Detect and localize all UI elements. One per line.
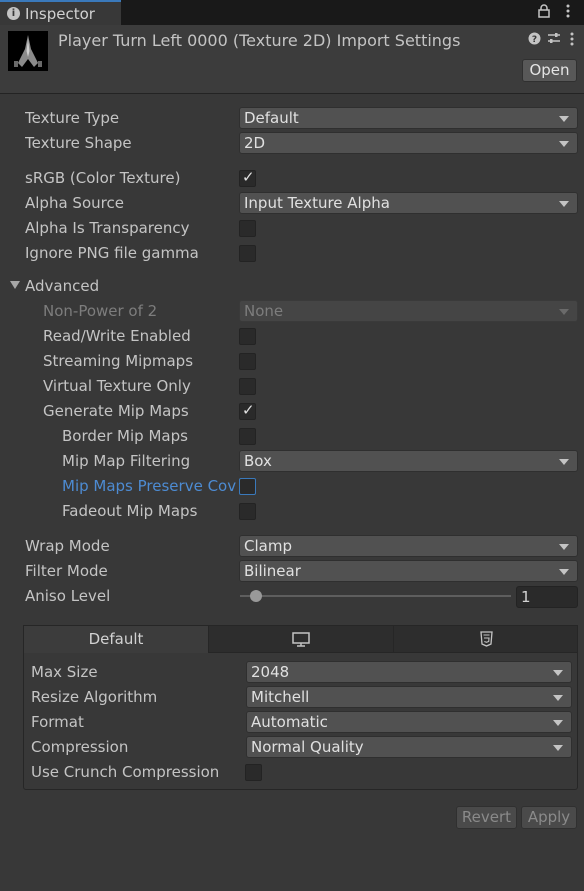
mip-map-filtering-label: Mip Map Filtering [62, 452, 191, 470]
filter-mode-dropdown[interactable]: Bilinear [239, 560, 578, 582]
format-label: Format [31, 713, 84, 731]
compression-label: Compression [31, 738, 129, 756]
dropdown-arrow-icon [559, 544, 569, 550]
dropdown-value: Box [244, 452, 272, 470]
monitor-icon [292, 632, 310, 651]
texture-thumbnail [8, 31, 48, 71]
dropdown-arrow-icon [553, 745, 563, 751]
kebab-menu-icon[interactable] [570, 32, 574, 50]
alpha-source-label: Alpha Source [25, 194, 124, 212]
inspector-header: Player Turn Left 0000 (Texture 2D) Impor… [0, 25, 584, 94]
compression-dropdown[interactable]: Normal Quality [246, 736, 572, 758]
aniso-level-input[interactable]: 1 [516, 586, 578, 608]
dropdown-arrow-icon [559, 116, 569, 122]
dropdown-arrow-icon [559, 141, 569, 147]
texture-type-dropdown[interactable]: Default [239, 107, 578, 129]
dropdown-value: Mitchell [251, 688, 310, 706]
preset-icon[interactable] [547, 32, 561, 49]
streaming-mipmaps-checkbox[interactable] [239, 353, 256, 370]
checkmark-icon: ✓ [242, 401, 255, 419]
wrap-mode-dropdown[interactable]: Clamp [239, 535, 578, 557]
tab-default-platform[interactable]: Default [23, 625, 209, 653]
alpha-source-dropdown[interactable]: Input Texture Alpha [239, 192, 578, 214]
dropdown-value: Clamp [244, 537, 292, 555]
max-size-label: Max Size [31, 663, 98, 681]
dropdown-arrow-icon [553, 670, 563, 676]
tab-inspector[interactable]: i Inspector [0, 0, 121, 25]
dropdown-value: Automatic [251, 713, 328, 731]
mip-map-filtering-dropdown[interactable]: Box [239, 450, 578, 472]
dropdown-value: None [244, 302, 284, 320]
dropdown-arrow-icon [559, 309, 569, 315]
revert-button[interactable]: Revert [456, 806, 517, 829]
read-write-label: Read/Write Enabled [43, 327, 191, 345]
dropdown-value: 2048 [251, 663, 290, 681]
alpha-is-transparency-label: Alpha Is Transparency [25, 219, 190, 237]
wrap-mode-label: Wrap Mode [25, 537, 110, 555]
generate-mip-maps-label: Generate Mip Maps [43, 402, 189, 420]
read-write-checkbox[interactable] [239, 328, 256, 345]
streaming-mipmaps-label: Streaming Mipmaps [43, 352, 194, 370]
texture-shape-dropdown[interactable]: 2D [239, 132, 578, 154]
non-power-of-2-dropdown: None [239, 300, 578, 322]
non-power-of-2-label: Non-Power of 2 [43, 302, 158, 320]
use-crunch-compression-checkbox[interactable] [245, 764, 262, 781]
help-icon[interactable]: ? [528, 32, 541, 49]
dropdown-value: Input Texture Alpha [244, 194, 390, 212]
resize-algorithm-dropdown[interactable]: Mitchell [246, 686, 572, 708]
dropdown-arrow-icon [559, 569, 569, 575]
filter-mode-label: Filter Mode [25, 562, 108, 580]
fadeout-mip-maps-label: Fadeout Mip Maps [62, 502, 198, 520]
border-mip-maps-label: Border Mip Maps [62, 427, 188, 445]
ignore-png-gamma-checkbox[interactable] [239, 245, 256, 262]
checkmark-icon: ✓ [242, 168, 255, 186]
svg-text:?: ? [532, 35, 537, 45]
srgb-label: sRGB (Color Texture) [25, 169, 181, 187]
tab-webgl-platform[interactable] [393, 625, 578, 653]
texture-shape-label: Texture Shape [25, 134, 132, 152]
srgb-checkbox[interactable]: ✓ [239, 168, 256, 187]
dropdown-value: Bilinear [244, 562, 301, 580]
fadeout-mip-maps-checkbox[interactable] [239, 503, 256, 520]
lock-icon[interactable] [538, 4, 550, 22]
mip-maps-preserve-coverage-label: Mip Maps Preserve Cove [62, 477, 237, 495]
texture-type-label: Texture Type [25, 109, 120, 127]
aniso-level-slider-track[interactable] [240, 595, 511, 597]
max-size-dropdown[interactable]: 2048 [246, 661, 572, 683]
virtual-texture-only-checkbox[interactable] [239, 378, 256, 395]
open-button[interactable]: Open [522, 59, 577, 82]
aniso-level-slider-thumb[interactable] [250, 590, 263, 602]
dropdown-value: Normal Quality [251, 738, 364, 756]
tab-label: Default [88, 630, 144, 648]
apply-button[interactable]: Apply [521, 806, 577, 829]
dropdown-arrow-icon [559, 459, 569, 465]
tab-standalone-platform[interactable] [208, 625, 394, 653]
dropdown-arrow-icon [559, 201, 569, 207]
dropdown-arrow-icon [553, 695, 563, 701]
aniso-level-label: Aniso Level [25, 587, 111, 605]
mip-maps-preserve-coverage-checkbox[interactable] [239, 478, 256, 495]
tab-title: Inspector [25, 5, 95, 23]
foldout-expanded-icon[interactable] [10, 281, 20, 289]
info-icon: i [7, 7, 20, 20]
alpha-is-transparency-checkbox[interactable] [239, 220, 256, 237]
dropdown-value: Default [244, 109, 299, 127]
use-crunch-compression-label: Use Crunch Compression [31, 763, 220, 781]
ignore-png-gamma-label: Ignore PNG file gamma [25, 244, 199, 262]
advanced-foldout-label[interactable]: Advanced [25, 277, 99, 295]
kebab-menu-icon[interactable] [566, 4, 570, 22]
generate-mip-maps-checkbox[interactable]: ✓ [239, 401, 256, 420]
resize-algorithm-label: Resize Algorithm [31, 688, 158, 706]
html5-icon [480, 631, 493, 651]
dropdown-arrow-icon [553, 720, 563, 726]
virtual-texture-only-label: Virtual Texture Only [43, 377, 191, 395]
dropdown-value: 2D [244, 134, 266, 152]
page-title: Player Turn Left 0000 (Texture 2D) Impor… [58, 31, 461, 50]
border-mip-maps-checkbox[interactable] [239, 428, 256, 445]
format-dropdown[interactable]: Automatic [246, 711, 572, 733]
